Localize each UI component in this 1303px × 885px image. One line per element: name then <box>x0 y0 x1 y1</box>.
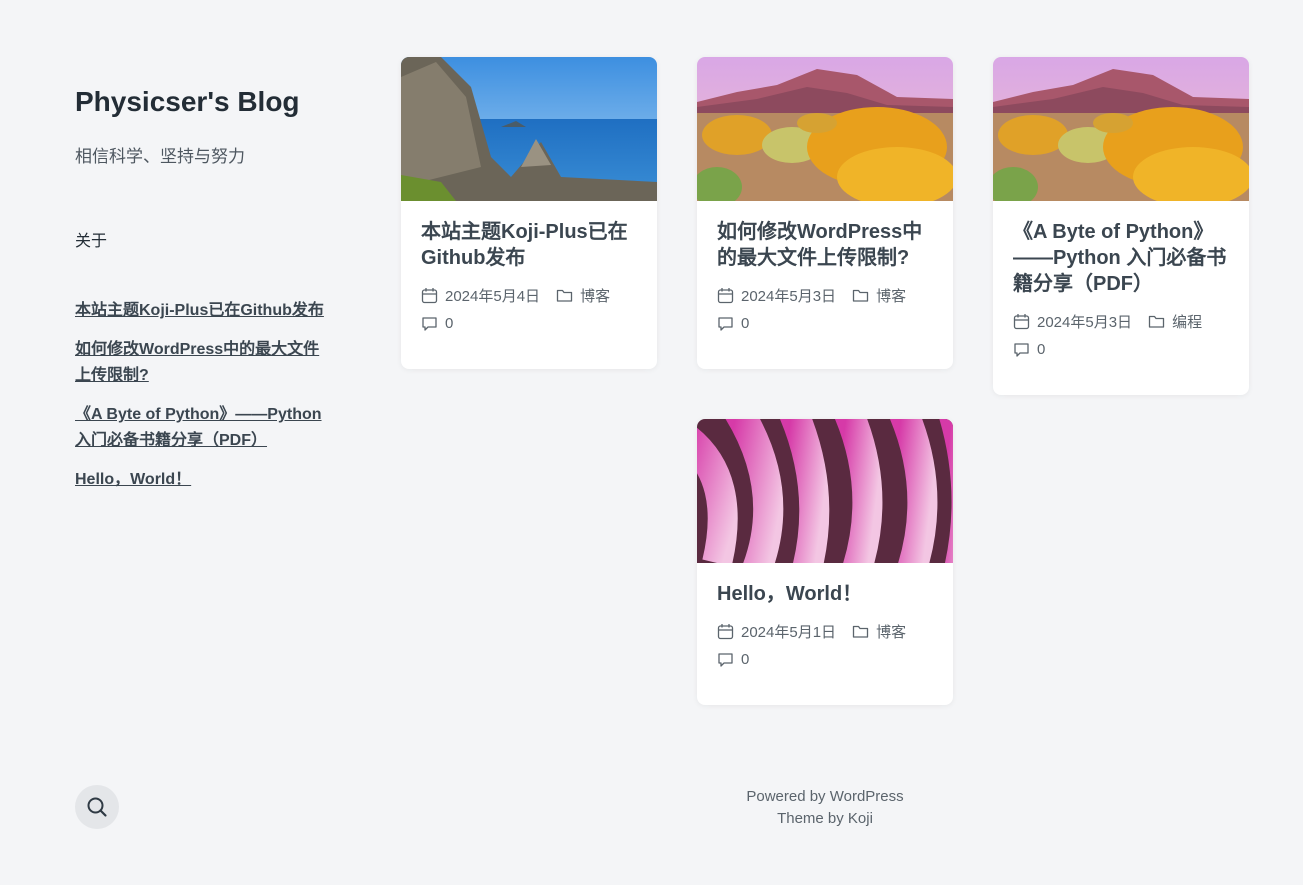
post-thumbnail[interactable] <box>993 57 1249 201</box>
calendar-icon <box>717 287 734 303</box>
post-title[interactable]: 《A Byte of Python》——Python 入门必备书籍分享（PDF） <box>1013 219 1229 297</box>
comment-icon <box>718 652 733 667</box>
recent-post-link[interactable]: Hello，World！ <box>75 471 191 488</box>
post-card[interactable]: 如何修改WordPress中的最大文件上传限制? 2024年5月3日 博客 0 <box>697 57 953 369</box>
theme-credit-link[interactable]: Theme by Koji <box>697 808 953 830</box>
post-comments[interactable]: 0 <box>445 315 453 332</box>
post-category[interactable]: 博客 <box>876 285 906 306</box>
post-title[interactable]: Hello，World！ <box>717 581 933 607</box>
list-item: 如何修改WordPress中的最大文件上传限制? <box>75 337 325 389</box>
post-date[interactable]: 2024年5月3日 <box>741 285 836 306</box>
recent-post-link[interactable]: 本站主题Koji-Plus已在Github发布 <box>75 302 324 319</box>
recent-post-link[interactable]: 《A Byte of Python》——Python 入门必备书籍分享（PDF） <box>75 406 322 449</box>
powered-by-link[interactable]: Powered by WordPress <box>697 786 953 808</box>
calendar-icon <box>1013 313 1030 329</box>
nav-about-link[interactable]: 关于 <box>75 227 107 251</box>
post-card[interactable]: 本站主题Koji-Plus已在Github发布 2024年5月4日 博客 0 <box>401 57 657 369</box>
site-description: 相信科学、坚持与努力 <box>75 147 245 166</box>
comment-icon <box>718 316 733 331</box>
post-comments[interactable]: 0 <box>741 651 749 668</box>
post-title[interactable]: 如何修改WordPress中的最大文件上传限制? <box>717 219 933 271</box>
folder-icon <box>556 289 573 302</box>
post-thumbnail[interactable] <box>697 419 953 563</box>
list-item: 《A Byte of Python》——Python 入门必备书籍分享（PDF） <box>75 402 325 454</box>
post-date[interactable]: 2024年5月4日 <box>445 285 540 306</box>
post-card[interactable]: Hello，World！ 2024年5月1日 博客 0 <box>697 419 953 705</box>
recent-post-link[interactable]: 如何修改WordPress中的最大文件上传限制? <box>75 341 319 384</box>
calendar-icon <box>717 623 734 639</box>
comment-icon <box>422 316 437 331</box>
post-date[interactable]: 2024年5月3日 <box>1037 311 1132 332</box>
site-title[interactable]: Physicser's Blog <box>75 86 300 118</box>
post-thumbnail[interactable] <box>697 57 953 201</box>
recent-posts-list: 本站主题Koji-Plus已在Github发布 如何修改WordPress中的最… <box>75 298 325 506</box>
folder-icon <box>1148 315 1165 328</box>
post-card[interactable]: 《A Byte of Python》——Python 入门必备书籍分享（PDF）… <box>993 57 1249 395</box>
comment-icon <box>1014 342 1029 357</box>
site-footer: Powered by WordPress Theme by Koji <box>697 786 953 830</box>
post-category[interactable]: 博客 <box>580 285 610 306</box>
folder-icon <box>852 289 869 302</box>
post-date[interactable]: 2024年5月1日 <box>741 621 836 642</box>
post-title[interactable]: 本站主题Koji-Plus已在Github发布 <box>421 219 637 271</box>
post-category[interactable]: 编程 <box>1172 311 1202 332</box>
list-item: 本站主题Koji-Plus已在Github发布 <box>75 298 325 324</box>
post-category[interactable]: 博客 <box>876 621 906 642</box>
search-button[interactable] <box>75 785 119 829</box>
folder-icon <box>852 625 869 638</box>
list-item: Hello，World！ <box>75 467 325 493</box>
post-thumbnail[interactable] <box>401 57 657 201</box>
post-comments[interactable]: 0 <box>1037 341 1045 358</box>
search-icon <box>87 797 107 817</box>
post-comments[interactable]: 0 <box>741 315 749 332</box>
calendar-icon <box>421 287 438 303</box>
